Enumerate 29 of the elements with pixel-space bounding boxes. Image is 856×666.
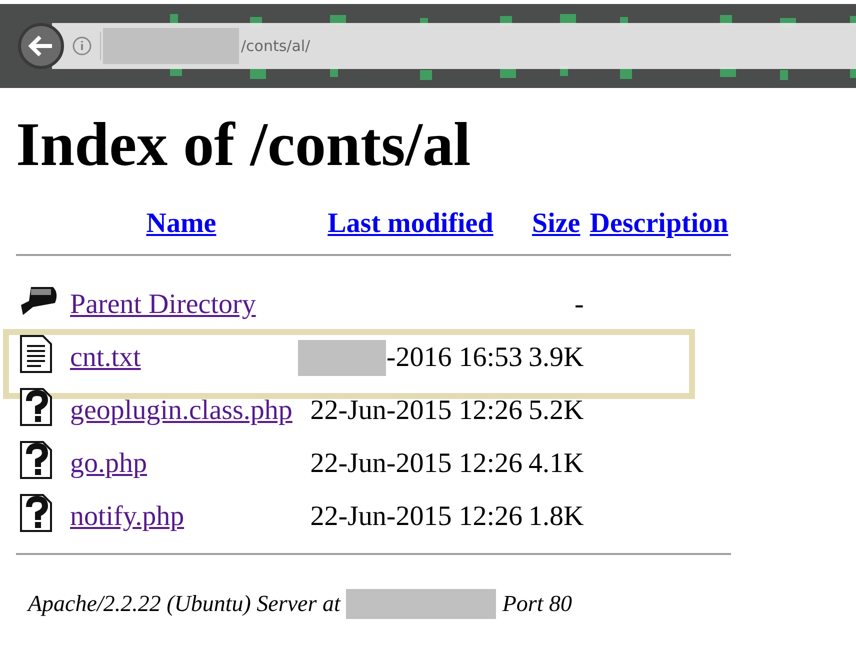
server-signature: Apache/2.2.22 (Ubuntu) Server at [28,591,340,618]
column-header-link[interactable]: Last modified [328,208,494,240]
file-link[interactable]: Parent Directory [70,288,256,320]
question-file-icon [19,492,53,533]
modified-date: -2016 16:53 [386,342,523,374]
document-icon [19,334,53,374]
file-link[interactable]: notify.php [70,500,184,532]
modified-date: 22-Jun-2015 12:26 [310,394,523,427]
modified-date: 22-Jun-2015 12:26 [310,448,523,480]
address-bar[interactable]: /conts/al/ [52,23,856,69]
column-header-link[interactable]: Name [146,208,216,240]
file-size: 5.2K [528,394,584,426]
back-button[interactable] [18,23,64,69]
column-header-link[interactable]: Description [590,208,728,240]
question-file-icon [19,386,53,427]
info-icon[interactable] [72,36,92,56]
file-size: - [574,288,584,320]
file-size: 4.1K [528,448,584,479]
column-header-link[interactable]: Size [532,208,580,240]
file-size: 1.8K [528,500,584,532]
file-link[interactable]: geoplugin.class.php [70,394,292,426]
modified-date: 22-Jun-2015 12:26 [310,500,523,533]
question-file-icon [19,440,53,480]
server-port: Port 80 [502,591,572,618]
page-title: Index of /conts/al [16,110,472,181]
file-link[interactable]: cnt.txt [70,342,141,373]
file-size: 3.9K [528,342,584,373]
file-link[interactable]: go.php [70,448,147,479]
url-text: /conts/al/ [241,37,310,55]
